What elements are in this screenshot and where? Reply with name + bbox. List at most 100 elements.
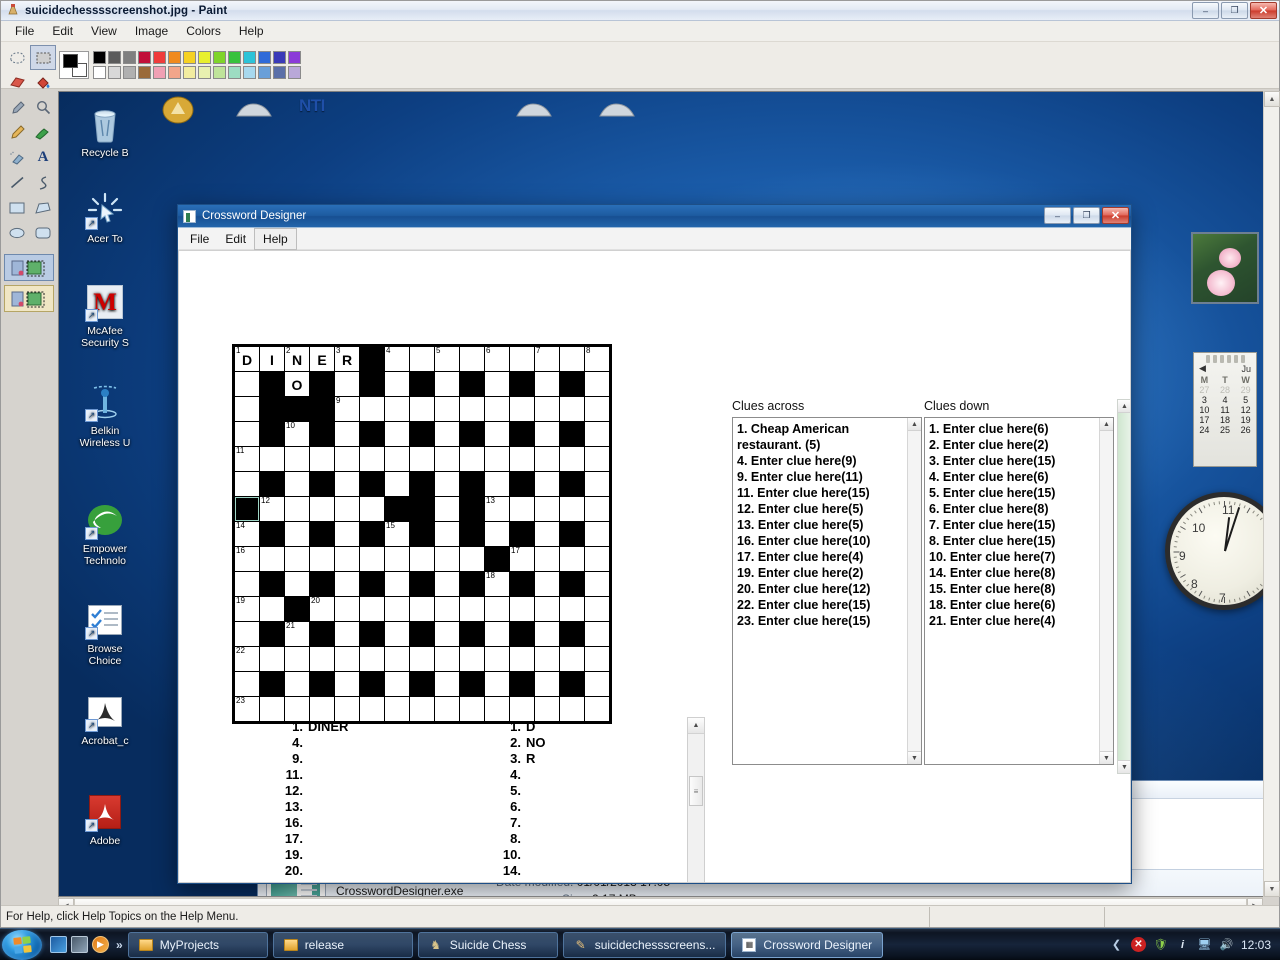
grid-cell[interactable] <box>285 647 309 671</box>
grid-cell[interactable] <box>410 697 434 721</box>
grid-cell[interactable] <box>585 397 609 421</box>
grid-cell-block[interactable] <box>510 372 534 396</box>
palette-swatch[interactable] <box>138 51 151 64</box>
grid-cell[interactable] <box>385 422 409 446</box>
clues-across-box[interactable]: 1. Cheap American restaurant. (5) 4. Ente… <box>732 417 922 765</box>
paint-menu-edit[interactable]: Edit <box>43 22 82 40</box>
grid-cell[interactable] <box>435 372 459 396</box>
grid-cell[interactable] <box>460 597 484 621</box>
paint-menu-colors[interactable]: Colors <box>177 22 230 40</box>
taskbar-clock[interactable]: 12:03 <box>1241 938 1271 952</box>
grid-cell[interactable] <box>335 672 359 696</box>
clue-item[interactable]: 14. Enter clue here(8) <box>929 565 1109 581</box>
answer-row[interactable]: 5. <box>487 783 687 799</box>
answer-row[interactable]: 1. DINER <box>269 719 469 735</box>
curve-icon[interactable] <box>30 170 56 195</box>
paint-menu-view[interactable]: View <box>82 22 126 40</box>
grid-cell[interactable] <box>460 547 484 571</box>
grid-cell[interactable] <box>485 397 509 421</box>
grid-cell[interactable] <box>460 347 484 371</box>
grid-cell[interactable]: 3R <box>335 346 359 371</box>
grid-cell[interactable] <box>285 472 309 496</box>
grid-cell[interactable] <box>510 447 534 471</box>
crossword-close-button[interactable]: ✕ <box>1102 207 1129 224</box>
grid-cell[interactable] <box>460 447 484 471</box>
grid-cell[interactable]: 6 <box>485 346 509 371</box>
grid-cell-block[interactable] <box>385 497 409 521</box>
grid-cell-block[interactable] <box>560 472 584 496</box>
grid-cell[interactable] <box>485 647 509 671</box>
clues-down-box[interactable]: 1. Enter clue here(6) 2. Enter clue here(… <box>924 417 1114 765</box>
grid-cell[interactable] <box>435 397 459 421</box>
grid-cell[interactable] <box>585 547 609 571</box>
grid-cell-block[interactable] <box>260 422 284 446</box>
desktop-icon-acrobat-distiller[interactable]: ↗ Acrobat_c <box>67 692 143 747</box>
grid-cell[interactable]: 8 <box>585 346 609 371</box>
grid-cell[interactable] <box>335 597 359 621</box>
clues-outer-scroll-up-button[interactable]: ▲ <box>1118 400 1130 413</box>
rectangle-select-icon[interactable] <box>30 45 56 70</box>
grid-cell[interactable]: 4 <box>385 346 409 371</box>
grid-cell[interactable] <box>335 572 359 596</box>
grid-cell-block[interactable] <box>310 572 334 596</box>
grid-cell-block[interactable] <box>260 622 284 646</box>
grid-cell[interactable]: 10 <box>285 421 309 446</box>
grid-cell[interactable]: 13 <box>485 496 509 521</box>
grid-cell-block[interactable] <box>460 672 484 696</box>
palette-swatch[interactable] <box>168 51 181 64</box>
grid-cell[interactable] <box>360 647 384 671</box>
taskbar-button-myprojects[interactable]: MyProjects <box>127 931 268 958</box>
security-alert-icon[interactable]: ✕ <box>1130 937 1146 952</box>
grid-cell[interactable]: 22 <box>235 646 259 671</box>
grid-cell[interactable] <box>535 597 559 621</box>
clue-item[interactable]: 17. Enter clue here(4) <box>737 549 917 565</box>
grid-cell[interactable] <box>385 697 409 721</box>
answer-row[interactable]: 6. <box>487 799 687 815</box>
answer-row[interactable]: 12. <box>269 783 469 799</box>
desktop-icon-acer-touch[interactable]: ↗ Acer To <box>67 190 143 245</box>
grid-cell[interactable] <box>485 622 509 646</box>
clue-item[interactable]: 7. Enter clue here(15) <box>929 517 1109 533</box>
grid-cell[interactable]: 18 <box>485 571 509 596</box>
taskbar-button-paint[interactable]: ✎ suicidechessscreens... <box>562 931 727 958</box>
grid-cell-block[interactable] <box>360 622 384 646</box>
grid-cell[interactable]: O <box>285 372 309 396</box>
grid-cell-block[interactable] <box>310 372 334 396</box>
grid-cell-block[interactable] <box>410 572 434 596</box>
grid-cell-block[interactable] <box>560 622 584 646</box>
grid-cell[interactable] <box>335 547 359 571</box>
grid-cell[interactable] <box>435 622 459 646</box>
grid-cell[interactable] <box>285 547 309 571</box>
grid-cell[interactable] <box>560 447 584 471</box>
grid-cell-block[interactable] <box>410 422 434 446</box>
grid-cell[interactable] <box>385 672 409 696</box>
grid-cell[interactable] <box>535 622 559 646</box>
desktop-toprow-icon-2[interactable] <box>234 96 280 130</box>
grid-cell[interactable] <box>585 647 609 671</box>
grid-cell[interactable] <box>260 697 284 721</box>
palette-swatch[interactable] <box>228 51 241 64</box>
answer-row[interactable]: 4. <box>487 767 687 783</box>
grid-cell[interactable] <box>560 397 584 421</box>
crossword-designer-window[interactable]: Crossword Designer – ❐ ✕ File Edit Help <box>177 204 1132 884</box>
selection-transparent-option[interactable] <box>4 285 54 312</box>
clues-across-scroll-up-button[interactable]: ▲ <box>908 418 921 431</box>
clues-across-list[interactable]: 1. Cheap American restaurant. (5) 4. Ente… <box>733 418 921 629</box>
rounded-rectangle-icon[interactable] <box>30 220 56 245</box>
grid-cell[interactable]: 11 <box>235 446 259 471</box>
grid-cell[interactable] <box>585 497 609 521</box>
grid-cell[interactable]: 17 <box>510 546 534 571</box>
clue-item[interactable]: 12. Enter clue here(5) <box>737 501 917 517</box>
grid-cell[interactable]: I <box>260 347 284 371</box>
calendar-day[interactable]: 29 <box>1235 385 1256 395</box>
grid-cell-block[interactable] <box>260 572 284 596</box>
grid-cell[interactable] <box>460 697 484 721</box>
grid-cell-block[interactable] <box>285 397 309 421</box>
calendar-day[interactable]: 3 <box>1194 395 1215 405</box>
grid-cell-block[interactable] <box>360 522 384 546</box>
grid-cell[interactable] <box>410 447 434 471</box>
grid-cell[interactable] <box>360 697 384 721</box>
grid-cell[interactable] <box>410 347 434 371</box>
paint-scroll-up-button[interactable]: ▲ <box>1264 91 1280 107</box>
palette-swatch[interactable] <box>93 51 106 64</box>
